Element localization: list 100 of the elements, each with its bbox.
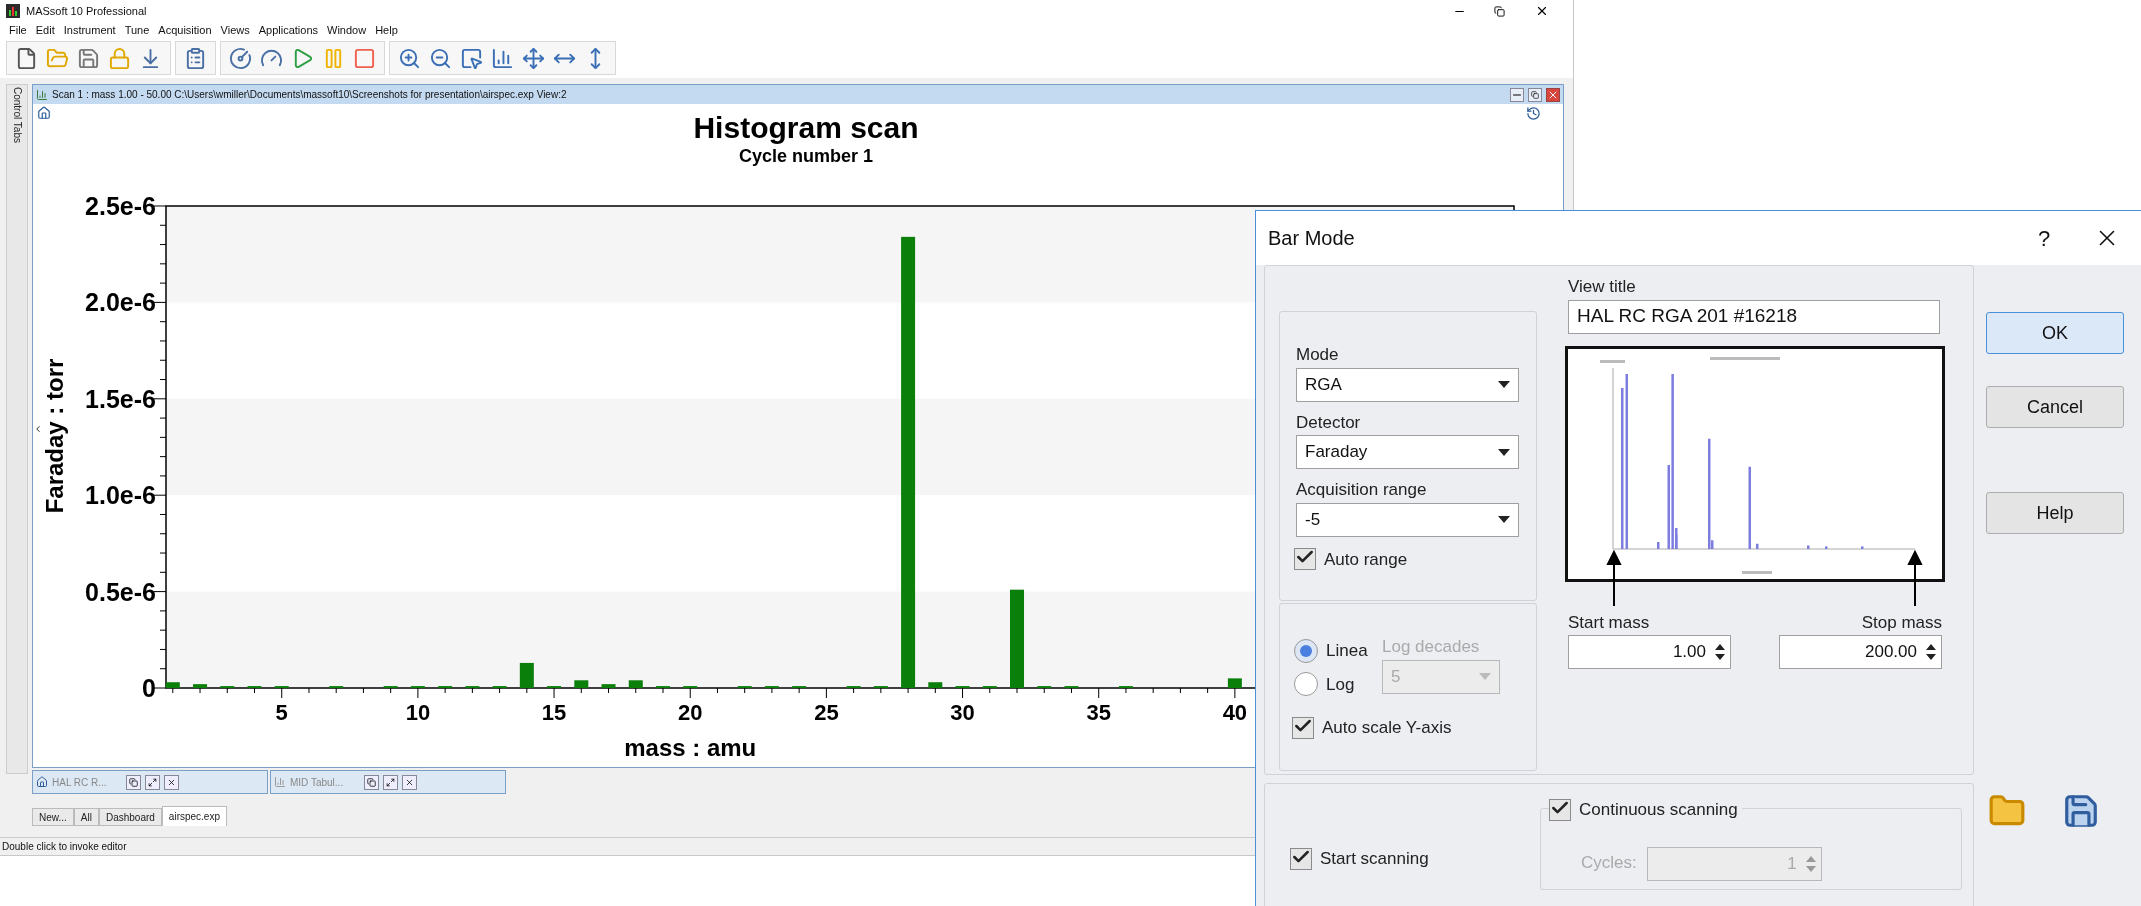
bar [193, 684, 208, 688]
field-label: Stop mass [1861, 611, 1942, 634]
radio-button[interactable] [1294, 638, 1318, 663]
home-icon [36, 776, 48, 788]
close-icon[interactable] [1535, 4, 1549, 18]
dialog-button[interactable]: Cancel [1986, 386, 2124, 428]
checkbox[interactable] [1294, 548, 1316, 571]
close-icon[interactable] [402, 774, 417, 790]
field-label: Detector [1296, 411, 1362, 434]
field-label: View title [1568, 276, 1637, 298]
x-tick-label: 25 [814, 700, 839, 725]
field-label: Log decades [1382, 636, 1481, 658]
y-tick-label: 2.0e-6 [85, 288, 156, 317]
move-icon[interactable] [522, 46, 545, 70]
radio-label: Log [1326, 673, 1355, 696]
radio-button[interactable] [1294, 672, 1318, 697]
bar [574, 680, 589, 688]
acquisition-range-dropdown[interactable]: -5 [1296, 502, 1519, 537]
dropdown-arrow-icon [1498, 448, 1510, 456]
menu-item[interactable]: Tune [124, 21, 150, 39]
app-icon [6, 4, 20, 18]
save-icon[interactable] [77, 46, 100, 70]
view-title-field[interactable]: HAL RC RGA 201 #16218 [1568, 299, 1940, 334]
new-file-icon[interactable] [15, 46, 38, 70]
x-tick-label: 40 [1222, 700, 1248, 725]
close-icon[interactable] [164, 774, 179, 790]
zoom-in-icon[interactable] [398, 46, 421, 70]
stop-icon[interactable] [353, 46, 376, 70]
collapse-icon[interactable] [33, 424, 43, 434]
window-title: MASsoft 10 Professional [26, 3, 148, 19]
maximize-icon[interactable] [383, 774, 398, 790]
field-label: Mode [1296, 344, 1340, 366]
control-tabs-label[interactable]: Control Tabs [9, 87, 25, 147]
x-axis-label: mass : amu [624, 734, 757, 761]
x-tick-label: 35 [1086, 700, 1111, 725]
restore-icon[interactable] [1494, 5, 1505, 17]
mode-dropdown[interactable]: RGA [1296, 367, 1519, 402]
field-label: Acquisition range [1296, 479, 1428, 501]
bar [165, 682, 180, 688]
menu-item[interactable]: Views [220, 21, 250, 39]
restore-icon[interactable] [364, 774, 379, 790]
x-tick-label: 10 [405, 700, 431, 725]
checkbox[interactable] [1292, 716, 1314, 739]
restore-icon[interactable] [126, 774, 141, 790]
maximize-icon[interactable] [145, 774, 160, 790]
bar [1227, 678, 1242, 688]
status-text: Double click to invoke editor [1, 840, 128, 854]
bar [601, 684, 616, 688]
y-tick-label: 1.5e-6 [85, 384, 156, 413]
detector-dropdown[interactable]: Faraday [1296, 435, 1519, 469]
dialog-button[interactable]: Help [1986, 492, 2124, 534]
minimized-window-title: HAL RC R... [52, 775, 108, 790]
close-icon[interactable] [1546, 87, 1560, 102]
bar [928, 682, 943, 688]
radio-label: Linea [1326, 640, 1368, 662]
chart-icon [36, 88, 48, 101]
menu-item[interactable]: File [9, 21, 27, 39]
bar [628, 680, 643, 688]
chart-title: Histogram scan [693, 111, 919, 144]
checkbox-label: Auto range [1324, 548, 1408, 571]
dropdown-arrow-icon [1479, 673, 1491, 680]
home-icon[interactable] [37, 106, 51, 120]
menu-item[interactable]: Acquisition [158, 21, 212, 39]
peak-icon[interactable] [491, 46, 514, 70]
clipboard-icon[interactable] [184, 46, 207, 70]
dialog-title: Bar Mode [1268, 226, 1356, 251]
history-icon[interactable] [1526, 106, 1541, 121]
menu-item[interactable]: Edit [35, 21, 55, 39]
stop-mass-spinbox[interactable]: 200.00 [1779, 635, 1942, 669]
restore-icon[interactable] [1528, 87, 1542, 102]
chart-subtitle: Cycle number 1 [738, 146, 874, 166]
field-label: Cycles: [1581, 851, 1637, 874]
tab[interactable]: All [73, 808, 99, 826]
menu-item[interactable]: Instrument [63, 21, 116, 39]
x-tick-label: 5 [275, 700, 288, 725]
x-tick-label: 20 [678, 700, 703, 725]
x-tick-label: 30 [950, 700, 975, 725]
dialog-button[interactable]: OK [1986, 312, 2124, 354]
gauge-icon[interactable] [229, 46, 252, 70]
y-tick-label: 0 [142, 674, 156, 702]
dropdown-arrow-icon [1498, 516, 1510, 523]
checkbox-label: Continuous scanning [1579, 799, 1738, 821]
checkbox[interactable] [1290, 848, 1312, 870]
zoom-out-icon[interactable] [429, 46, 452, 70]
start-mass-spinbox[interactable]: 1.00 [1568, 635, 1731, 669]
select-icon[interactable] [460, 46, 483, 70]
dropdown-arrow-icon [1498, 381, 1510, 388]
scan-window-title: Scan 1 : mass 1.00 - 50.00 C:\Users\wmiller\Documents\massoft10\Screenshots for presentation\airspec.exp View:2 [52, 88, 568, 102]
checkbox[interactable] [1549, 798, 1571, 821]
save-icon[interactable] [2062, 792, 2100, 830]
y-axis-label: Faraday : torr [41, 358, 68, 514]
menu-item[interactable]: Applications [258, 21, 319, 39]
minimized-window-title: MID Tabul... [290, 775, 345, 790]
y-tick-label: 0.5e-6 [85, 577, 156, 606]
tab[interactable]: airspec.exp [161, 806, 227, 826]
menu-item[interactable]: Help [375, 21, 398, 39]
tab[interactable]: New... [32, 808, 74, 826]
menu-item[interactable]: Window [327, 21, 367, 39]
help-button[interactable]: ? [2014, 221, 2074, 255]
tab[interactable]: Dashboard [98, 808, 162, 826]
